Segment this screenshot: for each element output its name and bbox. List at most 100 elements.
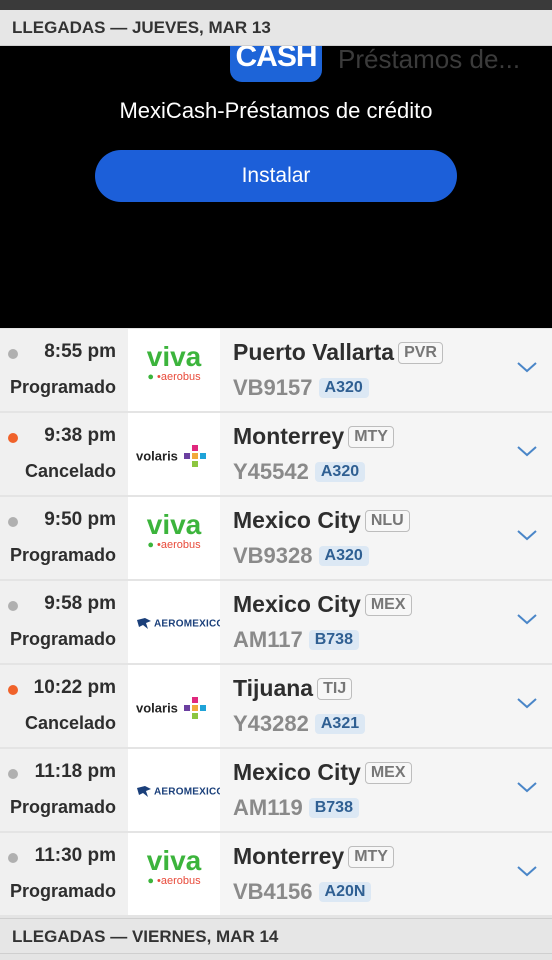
flight-details[interactable]: Mexico City MEX AM119 B738 [220, 749, 552, 831]
flight-status: Programado [9, 881, 116, 901]
origin-city: Monterrey [233, 423, 345, 449]
aeromexico-logo: AEROMEXICO [136, 783, 224, 801]
flight-details[interactable]: Monterrey MTY VB4156 A20N [220, 833, 552, 915]
flight-number: AM119 [233, 795, 303, 820]
volaris-mark-icon [183, 697, 206, 719]
chevron-down-icon[interactable] [516, 443, 538, 459]
airport-code: NLU [364, 509, 410, 532]
flight-row[interactable]: 11:30 pm Programado viva ● •aerobus Monterre… [0, 833, 552, 915]
flight-row[interactable]: 10:22 pm Cancelado volaris Tijuana TIJ Y43282… [0, 665, 552, 747]
flight-details[interactable]: Tijuana TIJ Y43282 A321 [220, 665, 552, 747]
origin-line: Mexico City MEX [233, 759, 412, 786]
airline-logo-sub: ● •aerobus [147, 371, 201, 383]
airline-logo-cell: viva ● •aerobus [128, 497, 220, 579]
flight-number: AM117 [233, 627, 303, 652]
flight-number: VB9157 [233, 375, 313, 400]
chevron-down-icon[interactable] [516, 779, 538, 795]
origin-line: Puerto Vallarta PVR [233, 339, 443, 366]
chevron-down-icon[interactable] [516, 359, 538, 375]
flight-details[interactable]: Mexico City MEX AM117 B738 [220, 581, 552, 663]
aeromexico-eagle-icon [137, 617, 151, 629]
airline-logo-sub: ● •aerobus [147, 539, 201, 551]
flight-row[interactable]: 9:50 pm Programado viva ● •aerobus Mexico Ci… [0, 497, 552, 579]
status-dot-icon [8, 601, 18, 611]
aircraft-type: B738 [308, 630, 359, 650]
flight-number: VB4156 [233, 879, 313, 904]
flight-details[interactable]: Mexico City NLU VB9328 A320 [220, 497, 552, 579]
arrival-time: 8:55 pm [44, 341, 116, 362]
flight-number: Y43282 [233, 711, 309, 736]
flight-details[interactable]: Monterrey MTY Y45542 A320 [220, 413, 552, 495]
airport-code: MTY [348, 425, 394, 448]
origin-city: Mexico City [233, 759, 361, 785]
flight-status: Cancelado [24, 461, 116, 481]
arrival-time: 9:50 pm [44, 509, 116, 530]
arrival-time: 9:58 pm [44, 593, 116, 614]
flight-status: Programado [9, 797, 116, 817]
aeromexico-logo: AEROMEXICO [136, 615, 224, 633]
aircraft-type: A320 [314, 462, 366, 482]
flight-status: Programado [9, 377, 116, 397]
airline-logo-text: volaris [136, 700, 178, 716]
airline-logo-cell: volaris [128, 413, 220, 495]
ad-app-name[interactable]: MexiCash-Préstamos de crédito [0, 98, 552, 124]
airline-logo-subtext: aerobus [160, 875, 201, 887]
origin-line: Mexico City MEX [233, 591, 412, 618]
ad-app-icon[interactable]: CASH [230, 46, 322, 82]
airline-logo-text: viva [146, 509, 202, 540]
install-button[interactable]: Instalar [95, 150, 457, 202]
status-dot-icon [8, 769, 18, 779]
flight-row[interactable]: 9:58 pm Programado AEROMEXICO Mexico City ME… [0, 581, 552, 663]
airline-logo-text: viva [146, 845, 202, 876]
ad-ghost-title: Préstamos de... [338, 46, 521, 74]
chevron-down-icon[interactable] [516, 611, 538, 627]
aeromexico-eagle-icon [137, 785, 151, 797]
airline-logo-text: viva [146, 341, 202, 372]
status-dot-icon [8, 853, 18, 863]
airline-logo-cell: AEROMEXICO [128, 749, 224, 831]
flight-row[interactable]: 9:38 pm Cancelado volaris Monterrey MTY Y4554… [0, 413, 552, 495]
origin-city: Mexico City [233, 591, 361, 617]
airline-logo-subtext: aerobus [160, 539, 201, 551]
origin-line: Mexico City NLU [233, 507, 410, 534]
chevron-down-icon[interactable] [516, 863, 538, 879]
airline-logo-cell: viva ● •aerobus [128, 833, 220, 915]
origin-line: Tijuana TIJ [233, 675, 353, 702]
section-header-thursday: LLEGADAS — JUEVES, MAR 13 [0, 10, 552, 46]
status-dot-icon [8, 517, 18, 527]
origin-city: Monterrey [233, 843, 345, 869]
section-header-friday: LLEGADAS — VIERNES, MAR 14 [0, 918, 552, 954]
airline-logo-subtext: aerobus [160, 371, 201, 383]
chevron-down-icon[interactable] [516, 695, 538, 711]
airline-logo-cell: AEROMEXICO [128, 581, 224, 663]
status-bar [0, 0, 552, 10]
flight-line: VB4156 A20N [233, 879, 372, 905]
flight-status: Programado [9, 629, 116, 649]
origin-line: Monterrey MTY [233, 423, 394, 450]
flight-number: Y45542 [233, 459, 309, 484]
airline-logo-text: volaris [136, 448, 178, 464]
airline-logo-cell: volaris [128, 665, 220, 747]
viva-aerobus-logo: viva ● •aerobus [128, 845, 220, 888]
volaris-mark-icon [183, 445, 206, 467]
aircraft-type: A320 [318, 378, 369, 398]
airport-code: MEX [364, 593, 412, 616]
airline-logo-cell: viva ● •aerobus [128, 329, 220, 411]
ad-banner[interactable]: CASH Préstamos de... MexiCash-Préstamos … [0, 46, 552, 328]
airline-logo-text: AEROMEXICO [154, 618, 225, 630]
flight-details[interactable]: Puerto Vallarta PVR VB9157 A320 [220, 329, 552, 411]
flight-row[interactable]: 8:55 pm Programado viva ● •aerobus Puerto Va… [0, 329, 552, 411]
aircraft-type: A320 [318, 546, 369, 566]
status-dot-icon [8, 433, 18, 443]
arrival-time: 10:22 pm [33, 677, 116, 698]
flight-status: Programado [9, 545, 116, 565]
aircraft-type: B738 [308, 798, 359, 818]
chevron-down-icon[interactable] [516, 527, 538, 543]
origin-city: Puerto Vallarta [233, 339, 395, 365]
flight-list: 8:55 pm Programado viva ● •aerobus Puerto Va… [0, 329, 552, 917]
flight-row[interactable]: 11:18 pm Programado AEROMEXICO Mexico City M… [0, 749, 552, 831]
airport-code: MTY [348, 845, 394, 868]
flight-line: VB9157 A320 [233, 375, 369, 401]
aircraft-type: A20N [318, 882, 372, 902]
arrival-time: 9:38 pm [44, 425, 116, 446]
